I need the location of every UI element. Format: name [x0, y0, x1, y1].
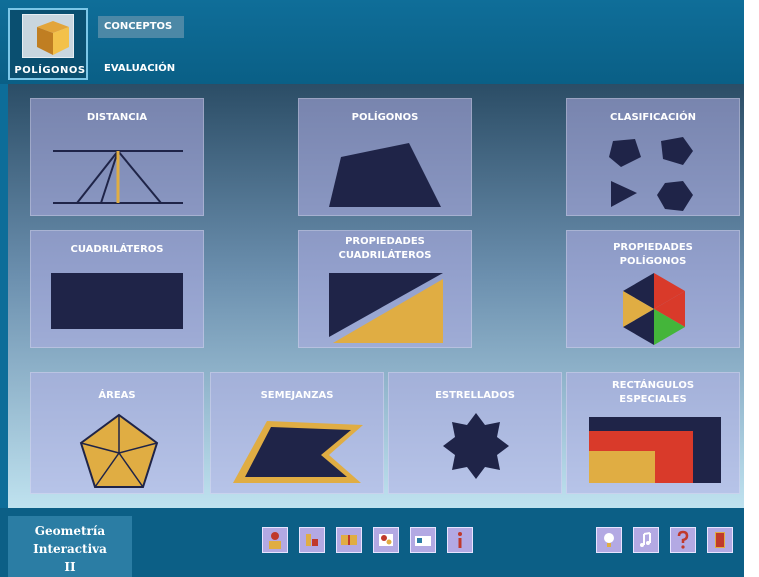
- info-button[interactable]: [447, 527, 473, 553]
- blocks-button[interactable]: [299, 527, 325, 553]
- shapes-classification-icon: [609, 137, 693, 211]
- hexagon-angles-icon: [623, 273, 685, 345]
- person-button[interactable]: [262, 527, 288, 553]
- tile-rectangulos-especiales[interactable]: RECTÁNGULOS ESPECIALES: [566, 372, 740, 494]
- tile-estrellados[interactable]: ESTRELLADOS: [388, 372, 562, 494]
- id-card-button[interactable]: [410, 527, 436, 553]
- similar-shapes-icon: [233, 421, 363, 483]
- id-card-icon: [415, 536, 431, 546]
- tile-propiedades-poligonos[interactable]: PROPIEDADES POLÍGONOS: [566, 230, 740, 348]
- star-polygon-icon: [443, 413, 509, 479]
- tile-title: CUADRILÁTEROS: [70, 244, 164, 255]
- parallelogram-diagonal-icon: [329, 273, 443, 343]
- tile-title-line-1: RECTÁNGULOS: [611, 380, 695, 391]
- tile-title: CLASIFICACIÓN: [610, 112, 696, 123]
- tile-title-line-1: PROPIEDADES: [345, 236, 425, 247]
- tile-title-line-2: ESPECIALES: [619, 394, 687, 405]
- tile-semejanzas[interactable]: SEMEJANZAS: [210, 372, 384, 494]
- tile-title: ESTRELLADOS: [435, 390, 515, 401]
- distance-lines-icon: [53, 150, 183, 204]
- pentagon-areas-icon: [79, 413, 159, 488]
- tile-title-line-2: POLÍGONOS: [619, 256, 687, 267]
- hint-button[interactable]: [596, 527, 622, 553]
- help-icon: [677, 530, 689, 549]
- app-window: POLÍGONOS CONCEPTOS EVALUACIÓN DISTANCIA…: [0, 0, 759, 577]
- info-icon: [458, 532, 462, 548]
- window-edge: [744, 0, 759, 577]
- tile-title: DISTANCIA: [86, 112, 148, 123]
- tile-areas[interactable]: ÁREAS: [30, 372, 204, 494]
- tile-title: ÁREAS: [98, 390, 136, 401]
- module-label: POLÍGONOS: [14, 65, 86, 76]
- tile-propiedades-cuadrilateros[interactable]: PROPIEDADES CUADRILÁTEROS: [298, 230, 472, 348]
- tile-title-line-2: CUADRILÁTEROS: [338, 250, 432, 261]
- tile-title: POLÍGONOS: [351, 112, 419, 123]
- menu-evaluacion[interactable]: EVALUACIÓN: [98, 60, 175, 78]
- tile-title: SEMEJANZAS: [260, 390, 334, 401]
- music-icon: [640, 532, 651, 547]
- tile-clasificacion[interactable]: CLASIFICACIÓN: [566, 98, 740, 216]
- exit-button[interactable]: [707, 527, 733, 553]
- rectangle-shape-icon: [51, 273, 183, 329]
- lightbulb-icon: [604, 533, 614, 547]
- app-title-line-3: II: [64, 560, 76, 574]
- puzzle-icon: [379, 534, 393, 546]
- book-icon: [341, 535, 357, 545]
- cube-logo-icon: [22, 14, 74, 58]
- person-icon: [269, 532, 281, 549]
- blocks-icon: [306, 534, 318, 546]
- tile-title-line-1: PROPIEDADES: [613, 242, 693, 253]
- exit-door-icon: [715, 532, 725, 548]
- puzzle-button[interactable]: [373, 527, 399, 553]
- main-panel: DISTANCIA POLÍGONOS CLASIFICACIÓN CUADRI…: [8, 84, 744, 508]
- top-bar: POLÍGONOS CONCEPTOS EVALUACIÓN: [0, 0, 744, 84]
- help-button[interactable]: [670, 527, 696, 553]
- book-button[interactable]: [336, 527, 362, 553]
- tile-poligonos[interactable]: POLÍGONOS: [298, 98, 472, 216]
- app-title-line-2: Interactiva: [33, 542, 107, 556]
- poligonos-module-button[interactable]: POLÍGONOS: [8, 8, 88, 80]
- menu-conceptos[interactable]: CONCEPTOS: [98, 16, 184, 38]
- tile-distancia[interactable]: DISTANCIA: [30, 98, 204, 216]
- tile-cuadrilateros[interactable]: CUADRILÁTEROS: [30, 230, 204, 348]
- music-button[interactable]: [633, 527, 659, 553]
- nested-rectangles-icon: [589, 417, 721, 483]
- app-title: Geometría Interactiva II: [8, 516, 132, 577]
- polygon-shape-icon: [329, 143, 441, 207]
- app-title-line-1: Geometría: [34, 524, 106, 538]
